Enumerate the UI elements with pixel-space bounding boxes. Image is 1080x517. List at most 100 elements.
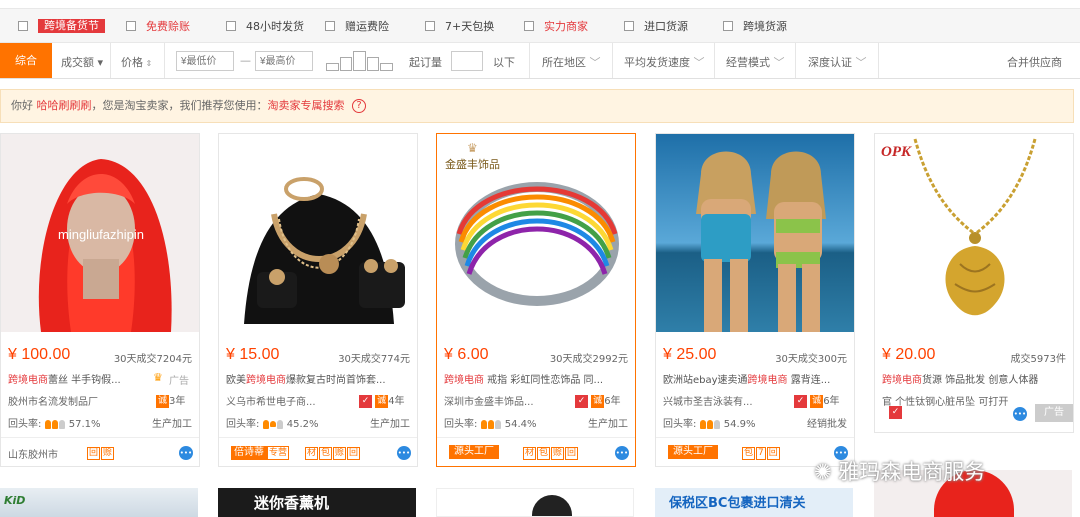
depth-dropdown[interactable]: 深度认证 ﹀ [808, 54, 867, 70]
ship-speed-dropdown[interactable]: 平均发货速度 ﹀ [624, 54, 705, 70]
person-icon [269, 421, 276, 427]
product-image[interactable] [656, 134, 854, 332]
region-dropdown[interactable]: 所在地区 ﹀ [542, 54, 601, 70]
badge-group: 回赊 [87, 445, 115, 460]
rate-value: 54.4% [504, 419, 537, 430]
years-text: 3年 [169, 396, 186, 407]
product-image-partial[interactable] [436, 488, 634, 517]
checkbox[interactable] [126, 21, 136, 31]
return-rate: 回头率: 54.9% [663, 415, 756, 430]
divider [612, 43, 613, 78]
product-card[interactable]: ¥ 15.00 30天成交774元 欧美跨境电商爆款复古时尚首饰套... 义乌市… [218, 133, 418, 467]
product-image[interactable]: mingliufazhipin [1, 134, 199, 332]
product-image-partial[interactable]: KiD [0, 488, 198, 517]
product-title[interactable]: 欧洲站ebay速卖通跨境电商 露背连... [663, 371, 849, 386]
product-image[interactable]: 金盛丰饰品 ♛ [437, 134, 635, 332]
brand-tag[interactable]: 倍诗蒂 专营 [231, 445, 290, 460]
filter-48h-ship[interactable]: 48小时发货 [226, 18, 304, 34]
seller-name[interactable]: 深圳市金盛丰饰品... [444, 393, 574, 408]
max-price-input[interactable] [255, 51, 313, 71]
checkbox[interactable] [226, 21, 236, 31]
title-highlight: 跨境电商 [246, 375, 286, 386]
return-rate: 回头率: 57.1% [8, 415, 101, 430]
wangwang-chat-icon[interactable]: ••• [397, 446, 411, 460]
product-image[interactable] [219, 134, 417, 332]
seller-name[interactable]: 兴城市圣吉泳装有... [663, 393, 793, 408]
ad-label: 广告 [169, 376, 189, 387]
min-price-input[interactable] [176, 51, 234, 71]
checkbox[interactable] [325, 21, 335, 31]
years-text: 6年 [823, 396, 840, 407]
notice-text: ，您是淘宝卖家，我们推荐您使用： [91, 99, 268, 112]
notice-prefix: 你好 [11, 99, 33, 112]
filter-cross-border-source[interactable]: 跨境货源 [723, 18, 787, 34]
person-icon [262, 419, 269, 429]
filter-label: 48小时发货 [246, 20, 304, 33]
product-card[interactable]: mingliufazhipin ¥ 100.00 30天成交7204元 跨境电商… [0, 133, 200, 467]
price-range-bars[interactable] [326, 51, 394, 71]
filter-free-credit[interactable]: 免费赊账 [126, 18, 190, 34]
cheng-icon: 诚 [375, 394, 389, 408]
sort-volume[interactable]: 成交额 ▾ [61, 54, 103, 70]
source-factory-badge[interactable]: 源头工厂 [668, 445, 718, 459]
wangwang-chat-icon[interactable]: ••• [615, 446, 629, 460]
filter-label: 赠运费险 [345, 20, 389, 33]
product-card[interactable]: ¥ 25.00 30天成交300元 欧洲站ebay速卖通跨境电商 露背连... … [655, 133, 855, 467]
sort-composite-tab[interactable]: 综合 [0, 43, 52, 78]
return-rate: 回头率: 45.2% [226, 415, 319, 430]
merge-supplier-button[interactable]: 合并供应商 [1007, 54, 1062, 70]
source-factory-badge[interactable]: 源头工厂 [449, 445, 499, 459]
checkbox[interactable] [723, 21, 733, 31]
product-card[interactable]: 金盛丰饰品 ♛ ¥ 6.00 30天成交2992元 跨境电商 戒指 彩虹同性恋饰… [436, 133, 636, 467]
rate-label: 回头率: [226, 419, 260, 430]
swimwear-image [656, 134, 854, 332]
product-title[interactable]: 欧美跨境电商爆款复古时尚首饰套... [226, 371, 412, 386]
notice-user[interactable]: 哈哈刷刷刷 [37, 99, 92, 112]
seller-search-link[interactable]: 淘卖家专属搜索 [268, 99, 345, 112]
mode-dropdown[interactable]: 经营模式 ﹀ [726, 54, 785, 70]
seller-years: ✓ 诚 4年 [359, 392, 405, 408]
checkbox[interactable] [425, 21, 435, 31]
checkbox[interactable] [18, 21, 28, 31]
filter-7day-exchange[interactable]: 7+天包换 [425, 18, 494, 34]
product-title[interactable]: 跨境电商蕾丝 半手钩假... [8, 371, 194, 386]
checkbox[interactable] [524, 21, 534, 31]
chevron-down-icon: ▾ [94, 56, 104, 69]
filter-strong-merchant[interactable]: 实力商家 [524, 18, 588, 34]
below-label: 以下 [493, 56, 515, 69]
bar-segment[interactable] [353, 51, 366, 71]
filter-import-source[interactable]: 进口货源 [624, 18, 688, 34]
moq-label: 起订量 [409, 56, 442, 69]
bar-segment[interactable] [339, 57, 353, 71]
filter-freight-insurance[interactable]: 赠运费险 [325, 18, 389, 34]
product-image-partial[interactable]: 迷你香薰机 [218, 488, 416, 517]
bar-segment[interactable] [366, 57, 380, 71]
wig-image: mingliufazhipin [1, 134, 199, 332]
product-image-partial[interactable]: 保税区BC包裹进口清关 [655, 488, 853, 517]
wangwang-chat-icon[interactable]: ••• [179, 446, 193, 460]
rate-label: 回头率: [444, 419, 478, 430]
product-card[interactable]: OPK ¥ 20.00 成交5973件 跨境电商货源 饰品批发 创意人体器 官 … [874, 133, 1074, 433]
filter-label: 跨境备货节 [38, 19, 105, 33]
moq-input[interactable] [451, 51, 483, 71]
badge-package-icon: 包 [319, 447, 333, 460]
seller-name-text: 兴城市圣吉泳装有... [663, 397, 753, 408]
cheng-icon: 诚 [810, 394, 824, 408]
product-image[interactable]: OPK [875, 134, 1073, 332]
search-results-page: 跨境备货节 免费赊账 48小时发货 赠运费险 7+天包换 实力商家 进口货源 跨… [0, 0, 1080, 517]
bar-segment[interactable] [326, 63, 339, 71]
help-icon[interactable]: ? [352, 99, 366, 113]
product-title[interactable]: 跨境电商货源 饰品批发 创意人体器 [882, 371, 1068, 386]
checkbox[interactable] [624, 21, 634, 31]
chevron-down-icon: ﹀ [770, 56, 785, 69]
product-title[interactable]: 跨境电商 戒指 彩虹同性恋饰品 同... [444, 371, 630, 386]
bar-segment[interactable] [380, 63, 393, 71]
business-type: 生产加工 [588, 419, 628, 430]
badge-credit-icon: 赊 [551, 447, 565, 460]
sort-price[interactable]: 价格 ⇕ [121, 54, 152, 70]
seller-name[interactable]: 义乌市希世电子商... [226, 393, 366, 408]
filter-cross-border-stock[interactable]: 跨境备货节 [18, 18, 105, 34]
product-price: ¥ 15.00 [226, 346, 280, 363]
wangwang-chat-icon[interactable]: ••• [1013, 407, 1027, 421]
badge-return-icon: 回 [766, 447, 780, 460]
